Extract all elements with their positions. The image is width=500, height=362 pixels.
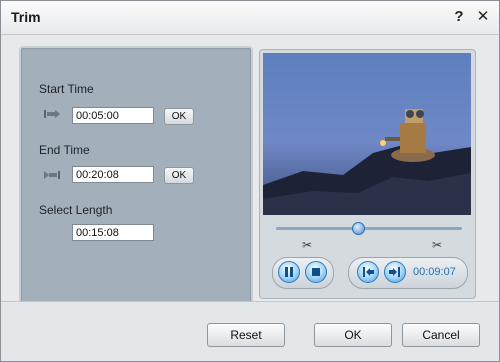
title-bar: Trim ? ✕ [1,1,499,35]
mark-controls: 00:09:07 [348,257,468,289]
cancel-button[interactable]: Cancel [402,323,480,347]
current-time-display: 00:09:07 [413,266,456,278]
preview-panel: ✂ ✂ 00:09:07 [259,49,476,299]
stop-button[interactable] [305,261,327,283]
trim-dialog: Trim ? ✕ Start Time 00:05:00 OK End Time… [0,0,500,362]
mark-start-button[interactable] [357,261,379,283]
end-time-ok-button[interactable]: OK [164,167,194,184]
end-time-field[interactable]: 00:20:08 [72,166,154,183]
start-time-ok-button[interactable]: OK [164,108,194,125]
video-frame-image [263,53,471,215]
timeline-track[interactable] [276,227,462,230]
dialog-content: Start Time 00:05:00 OK End Time 00:20:08… [1,35,499,305]
trim-settings-panel: Start Time 00:05:00 OK End Time 00:20:08… [19,46,253,305]
ok-button[interactable]: OK [314,323,392,347]
dialog-footer: Reset OK Cancel [1,301,499,361]
close-button[interactable]: ✕ [473,7,493,27]
pause-icon [285,267,293,277]
select-length-field[interactable]: 00:15:08 [72,224,154,241]
dialog-title: Trim [11,9,41,25]
video-preview [263,53,471,215]
mark-end-button[interactable] [384,261,406,283]
scissor-icon[interactable]: ✂ [300,238,314,252]
stop-icon [312,268,320,276]
reset-button[interactable]: Reset [207,323,285,347]
help-button[interactable]: ? [449,7,469,27]
mark-start-icon [363,267,374,277]
pause-button[interactable] [278,261,300,283]
scissor-icon[interactable]: ✂ [430,238,444,252]
playback-controls [272,257,334,289]
end-time-label: End Time [39,143,90,157]
set-end-icon [44,171,60,179]
select-length-label: Select Length [39,203,113,217]
start-time-label: Start Time [39,82,94,96]
set-start-icon [44,110,60,118]
mark-end-icon [389,267,400,277]
start-time-field[interactable]: 00:05:00 [72,107,154,124]
timeline-thumb[interactable] [351,222,365,235]
